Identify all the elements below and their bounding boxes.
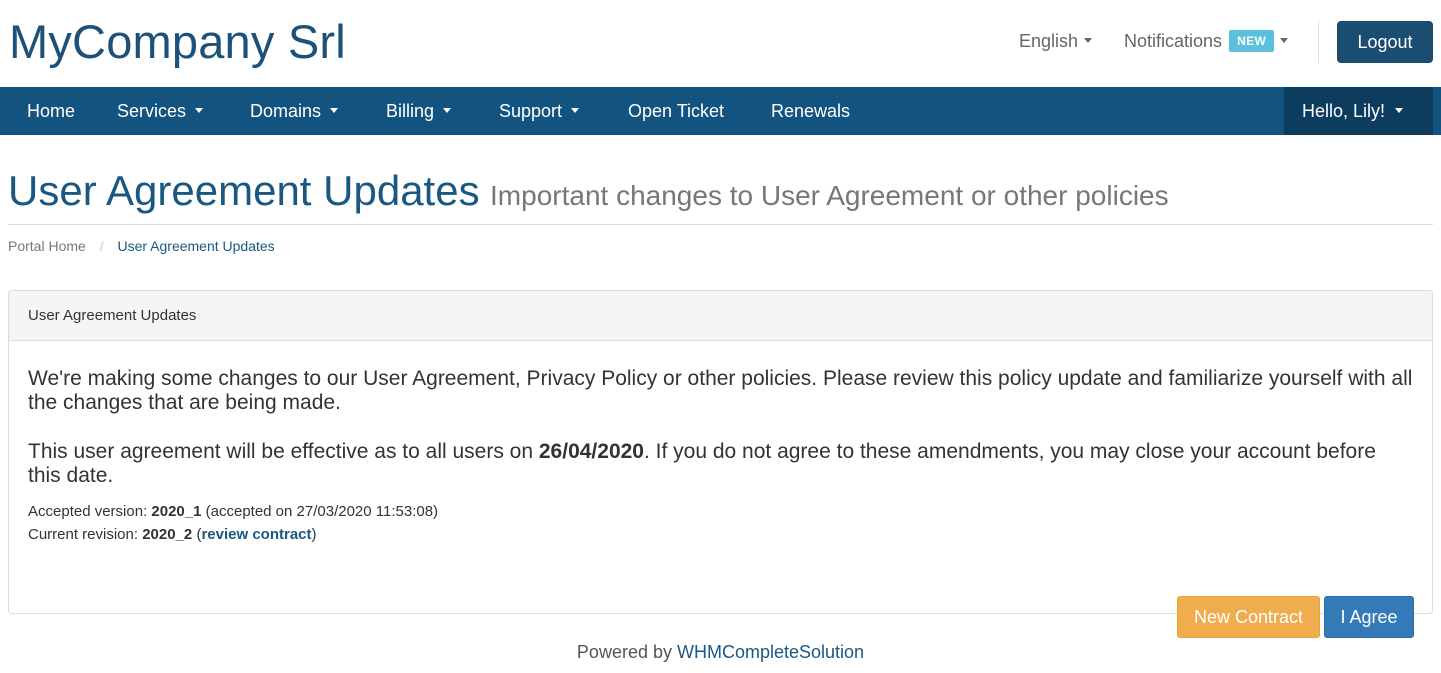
nav-item-label: Renewals	[771, 101, 851, 121]
header-divider	[1318, 21, 1319, 63]
current-revision-value: 2020_2	[142, 526, 193, 543]
breadcrumb: Portal Home / User Agreement Updates	[8, 236, 275, 256]
new-badge: NEW	[1229, 30, 1275, 53]
new-contract-button[interactable]: New Contract	[1177, 596, 1320, 638]
logout-button[interactable]: Logout	[1337, 21, 1433, 63]
breadcrumb-separator: /	[99, 238, 104, 254]
review-paren-close: )	[311, 526, 317, 543]
title-divider	[8, 224, 1433, 225]
accepted-version-label: Accepted version:	[28, 503, 152, 520]
language-dropdown[interactable]: English	[1019, 29, 1093, 53]
panel-heading: User Agreement Updates	[9, 291, 1432, 341]
agreement-panel: User Agreement Updates We're making some…	[8, 290, 1433, 638]
page-header: User Agreement Updates Important changes…	[8, 165, 1169, 217]
breadcrumb-home-link[interactable]: Portal Home	[8, 238, 86, 254]
nav-item-domains[interactable]: Domains	[250, 87, 339, 135]
user-greeting: Hello, Lily!	[1302, 101, 1386, 121]
chevron-down-icon	[330, 107, 339, 113]
nav-item-label: Support	[499, 101, 563, 121]
accepted-version-line: Accepted version: 2020_1 (accepted on 27…	[28, 502, 438, 522]
nav-item-label: Open Ticket	[628, 101, 725, 121]
effective-date-text: This user agreement will be effective as…	[28, 440, 1413, 488]
nav-item-label: Domains	[250, 101, 322, 121]
effective-date: 26/04/2020	[538, 440, 644, 463]
footer-link[interactable]: WHMCompleteSolution	[677, 642, 864, 662]
user-menu-dropdown[interactable]: Hello, Lily!	[1284, 87, 1433, 135]
notifications-label: Notifications	[1124, 31, 1223, 51]
chevron-down-icon	[1084, 37, 1093, 43]
nav-item-home[interactable]: Home	[27, 87, 75, 135]
accepted-date: (accepted on 27/03/2020 11:53:08)	[201, 503, 439, 520]
main-navbar: Home Services Domains Billing Support Op…	[0, 87, 1441, 135]
site-footer: Powered by WHMCompleteSolution	[0, 640, 1441, 664]
nav-item-label: Home	[27, 101, 76, 121]
agree-button[interactable]: I Agree	[1324, 596, 1414, 638]
nav-item-renewals[interactable]: Renewals	[771, 87, 850, 135]
breadcrumb-current[interactable]: User Agreement Updates	[117, 238, 274, 254]
chevron-down-icon	[443, 107, 452, 113]
nav-item-label: Services	[117, 101, 187, 121]
page-subtitle: Important changes to User Agreement or o…	[490, 180, 1169, 211]
nav-item-label: Billing	[386, 101, 435, 121]
current-revision-line: Current revision: 2020_2 (review contrac…	[28, 525, 317, 545]
nav-item-support[interactable]: Support	[499, 87, 580, 135]
chevron-down-icon	[1280, 37, 1289, 43]
brand-logo[interactable]: MyCompany Srl	[9, 14, 346, 70]
page-title: User Agreement Updates	[8, 167, 480, 214]
policy-intro-text: We're making some changes to our User Ag…	[28, 367, 1413, 414]
nav-item-billing[interactable]: Billing	[386, 87, 452, 135]
chevron-down-icon	[195, 107, 204, 113]
chevron-down-icon	[571, 107, 580, 113]
effective-text-before: This user agreement will be effective as…	[28, 440, 539, 463]
accepted-version-value: 2020_1	[151, 503, 202, 520]
footer-prefix: Powered by	[576, 642, 677, 662]
chevron-down-icon	[1395, 107, 1404, 113]
nav-item-open-ticket[interactable]: Open Ticket	[628, 87, 724, 135]
nav-item-services[interactable]: Services	[117, 87, 204, 135]
current-revision-label: Current revision:	[28, 526, 143, 543]
site-header: MyCompany Srl English Notifications NEW …	[0, 0, 1441, 87]
language-label: English	[1019, 31, 1079, 51]
notifications-dropdown[interactable]: Notifications NEW	[1124, 29, 1289, 53]
review-contract-link[interactable]: review contract	[201, 526, 311, 543]
